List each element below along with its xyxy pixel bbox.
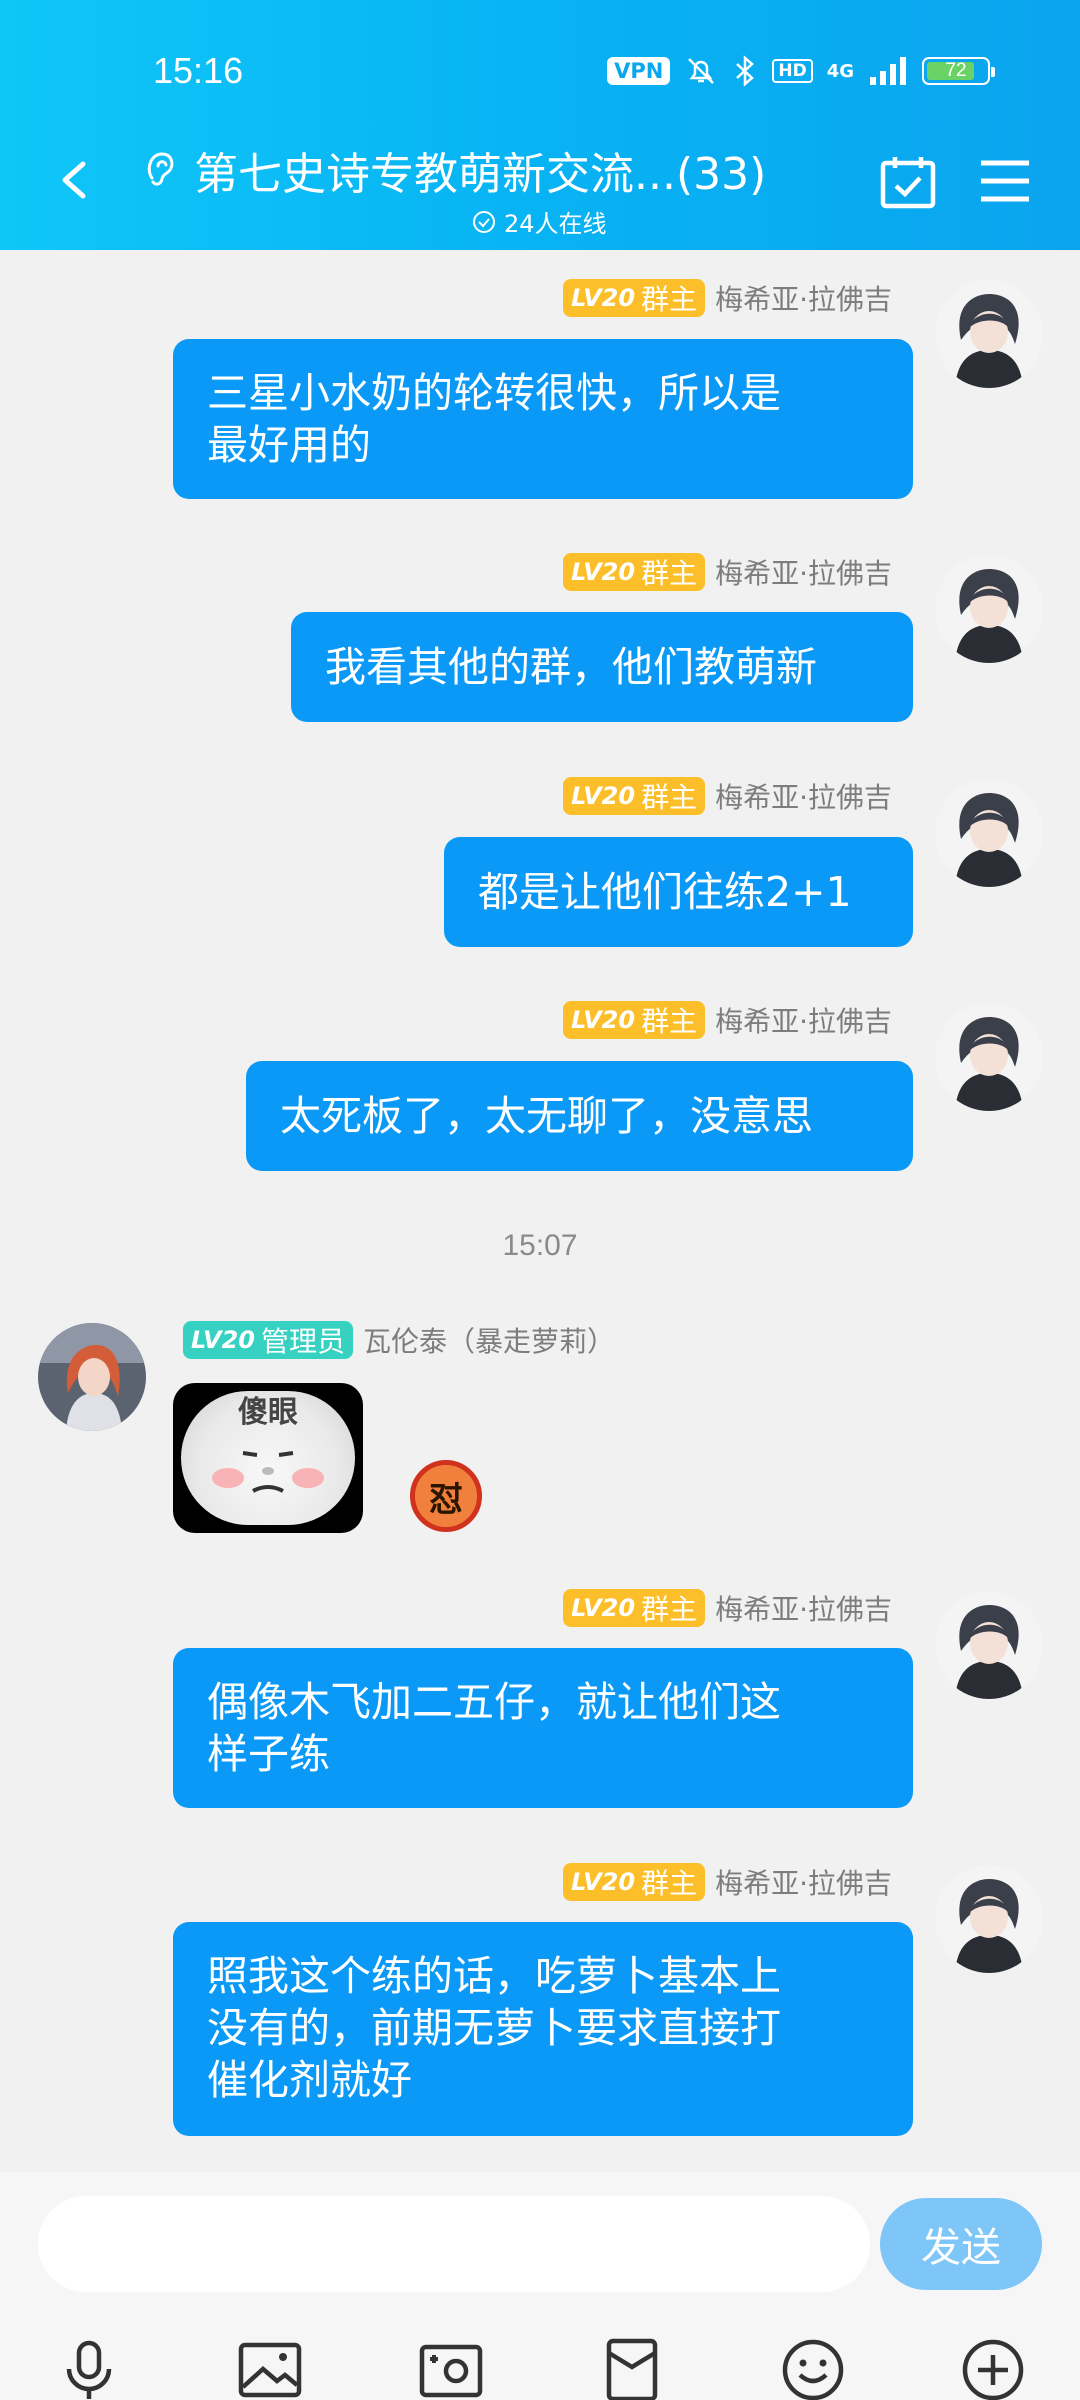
sender-name: 梅希亚·拉佛吉 <box>715 283 892 316</box>
red-packet-icon[interactable] <box>599 2337 665 2400</box>
menu-icon[interactable] <box>977 158 1033 204</box>
owner-badge: LV20 群主 <box>563 1589 706 1627</box>
sender-name: 梅希亚·拉佛吉 <box>715 1593 892 1626</box>
message-meta: LV20 群主 梅希亚·拉佛吉 <box>563 278 892 318</box>
network-label: 4G <box>826 60 854 82</box>
message-meta: LV20 群主 梅希亚·拉佛吉 <box>563 1862 892 1902</box>
back-icon[interactable] <box>55 160 95 200</box>
plus-icon[interactable] <box>960 2337 1026 2400</box>
message-bubble[interactable]: 我看其他的群，他们教萌新 <box>291 612 913 722</box>
chat-title: 第七史诗专教萌新交流...(33) <box>194 149 767 200</box>
battery-icon: 72 <box>922 57 995 85</box>
microphone-icon[interactable] <box>56 2337 122 2400</box>
message-bubble[interactable]: 照我这个练的话，吃萝卜基本上 没有的，前期无萝卜要求直接打 催化剂就好 <box>173 1922 913 2136</box>
sender-name: 梅希亚·拉佛吉 <box>715 1867 892 1900</box>
avatar[interactable] <box>935 1865 1043 1973</box>
signal-icon <box>870 57 906 85</box>
calendar-check-icon[interactable] <box>880 155 936 209</box>
sender-name: 梅希亚·拉佛吉 <box>715 781 892 814</box>
bluetooth-icon <box>736 55 755 87</box>
message-meta: LV20 管理员 瓦伦泰（暴走萝莉） <box>183 1320 615 1360</box>
message-bubble[interactable]: 偶像木飞加二五仔，就让他们这 样子练 <box>173 1648 913 1808</box>
avatar[interactable] <box>38 1323 146 1431</box>
owner-badge: LV20 群主 <box>563 1863 706 1901</box>
chat-header: 15:16 VPN HD 4G 72 第七史诗专教萌新交流...(33) 24人… <box>0 0 1080 250</box>
message-bubble[interactable]: 三星小水奶的轮转很快，所以是 最好用的 <box>173 339 913 499</box>
status-icons: VPN HD 4G 72 <box>607 54 995 88</box>
sender-name: 梅希亚·拉佛吉 <box>715 1005 892 1038</box>
sticker-image[interactable]: 傻眼 <box>173 1383 363 1533</box>
avatar[interactable] <box>935 555 1043 663</box>
message-bubble[interactable]: 太死板了，太无聊了，没意思 <box>246 1061 913 1171</box>
avatar[interactable] <box>935 1591 1043 1699</box>
status-time: 15:16 <box>153 50 244 91</box>
ear-icon <box>147 152 174 186</box>
online-count: 24人在线 <box>504 210 607 238</box>
message-meta: LV20 群主 梅希亚·拉佛吉 <box>563 552 892 592</box>
avatar[interactable] <box>935 779 1043 887</box>
message-bubble[interactable]: 都是让他们往练2+1 <box>444 837 913 947</box>
owner-badge: LV20 群主 <box>563 1001 706 1039</box>
message-input[interactable] <box>38 2196 870 2292</box>
owner-badge: LV20 群主 <box>563 553 706 591</box>
chat-title-area[interactable]: 第七史诗专教萌新交流...(33) 24人在线 <box>140 138 790 239</box>
status-bar: 15:16 VPN HD 4G 72 <box>0 48 1080 96</box>
message-meta: LV20 群主 梅希亚·拉佛吉 <box>563 1000 892 1040</box>
owner-badge: LV20 群主 <box>563 279 706 317</box>
emoji-reaction-icon[interactable]: 怼 <box>410 1460 482 1532</box>
avatar[interactable] <box>935 1003 1043 1111</box>
emoji-icon[interactable] <box>780 2337 846 2400</box>
send-button[interactable]: 发送 <box>880 2198 1042 2290</box>
mute-bell-icon <box>688 58 715 84</box>
vpn-icon: VPN <box>607 57 671 85</box>
timestamp: 15:07 <box>502 1229 578 1262</box>
input-area: 发送 <box>0 2172 1080 2400</box>
hd-icon: HD <box>772 59 813 83</box>
owner-badge: LV20 群主 <box>563 777 706 815</box>
camera-icon[interactable] <box>418 2337 484 2400</box>
online-check-icon <box>473 210 495 233</box>
avatar[interactable] <box>935 280 1043 388</box>
sender-name: 瓦伦泰（暴走萝莉） <box>362 1325 615 1358</box>
sender-name: 梅希亚·拉佛吉 <box>715 557 892 590</box>
admin-badge: LV20 管理员 <box>183 1321 353 1359</box>
image-icon[interactable] <box>237 2337 303 2400</box>
message-meta: LV20 群主 梅希亚·拉佛吉 <box>563 776 892 816</box>
sticker-caption: 傻眼 <box>238 1395 298 1430</box>
message-meta: LV20 群主 梅希亚·拉佛吉 <box>563 1588 892 1628</box>
